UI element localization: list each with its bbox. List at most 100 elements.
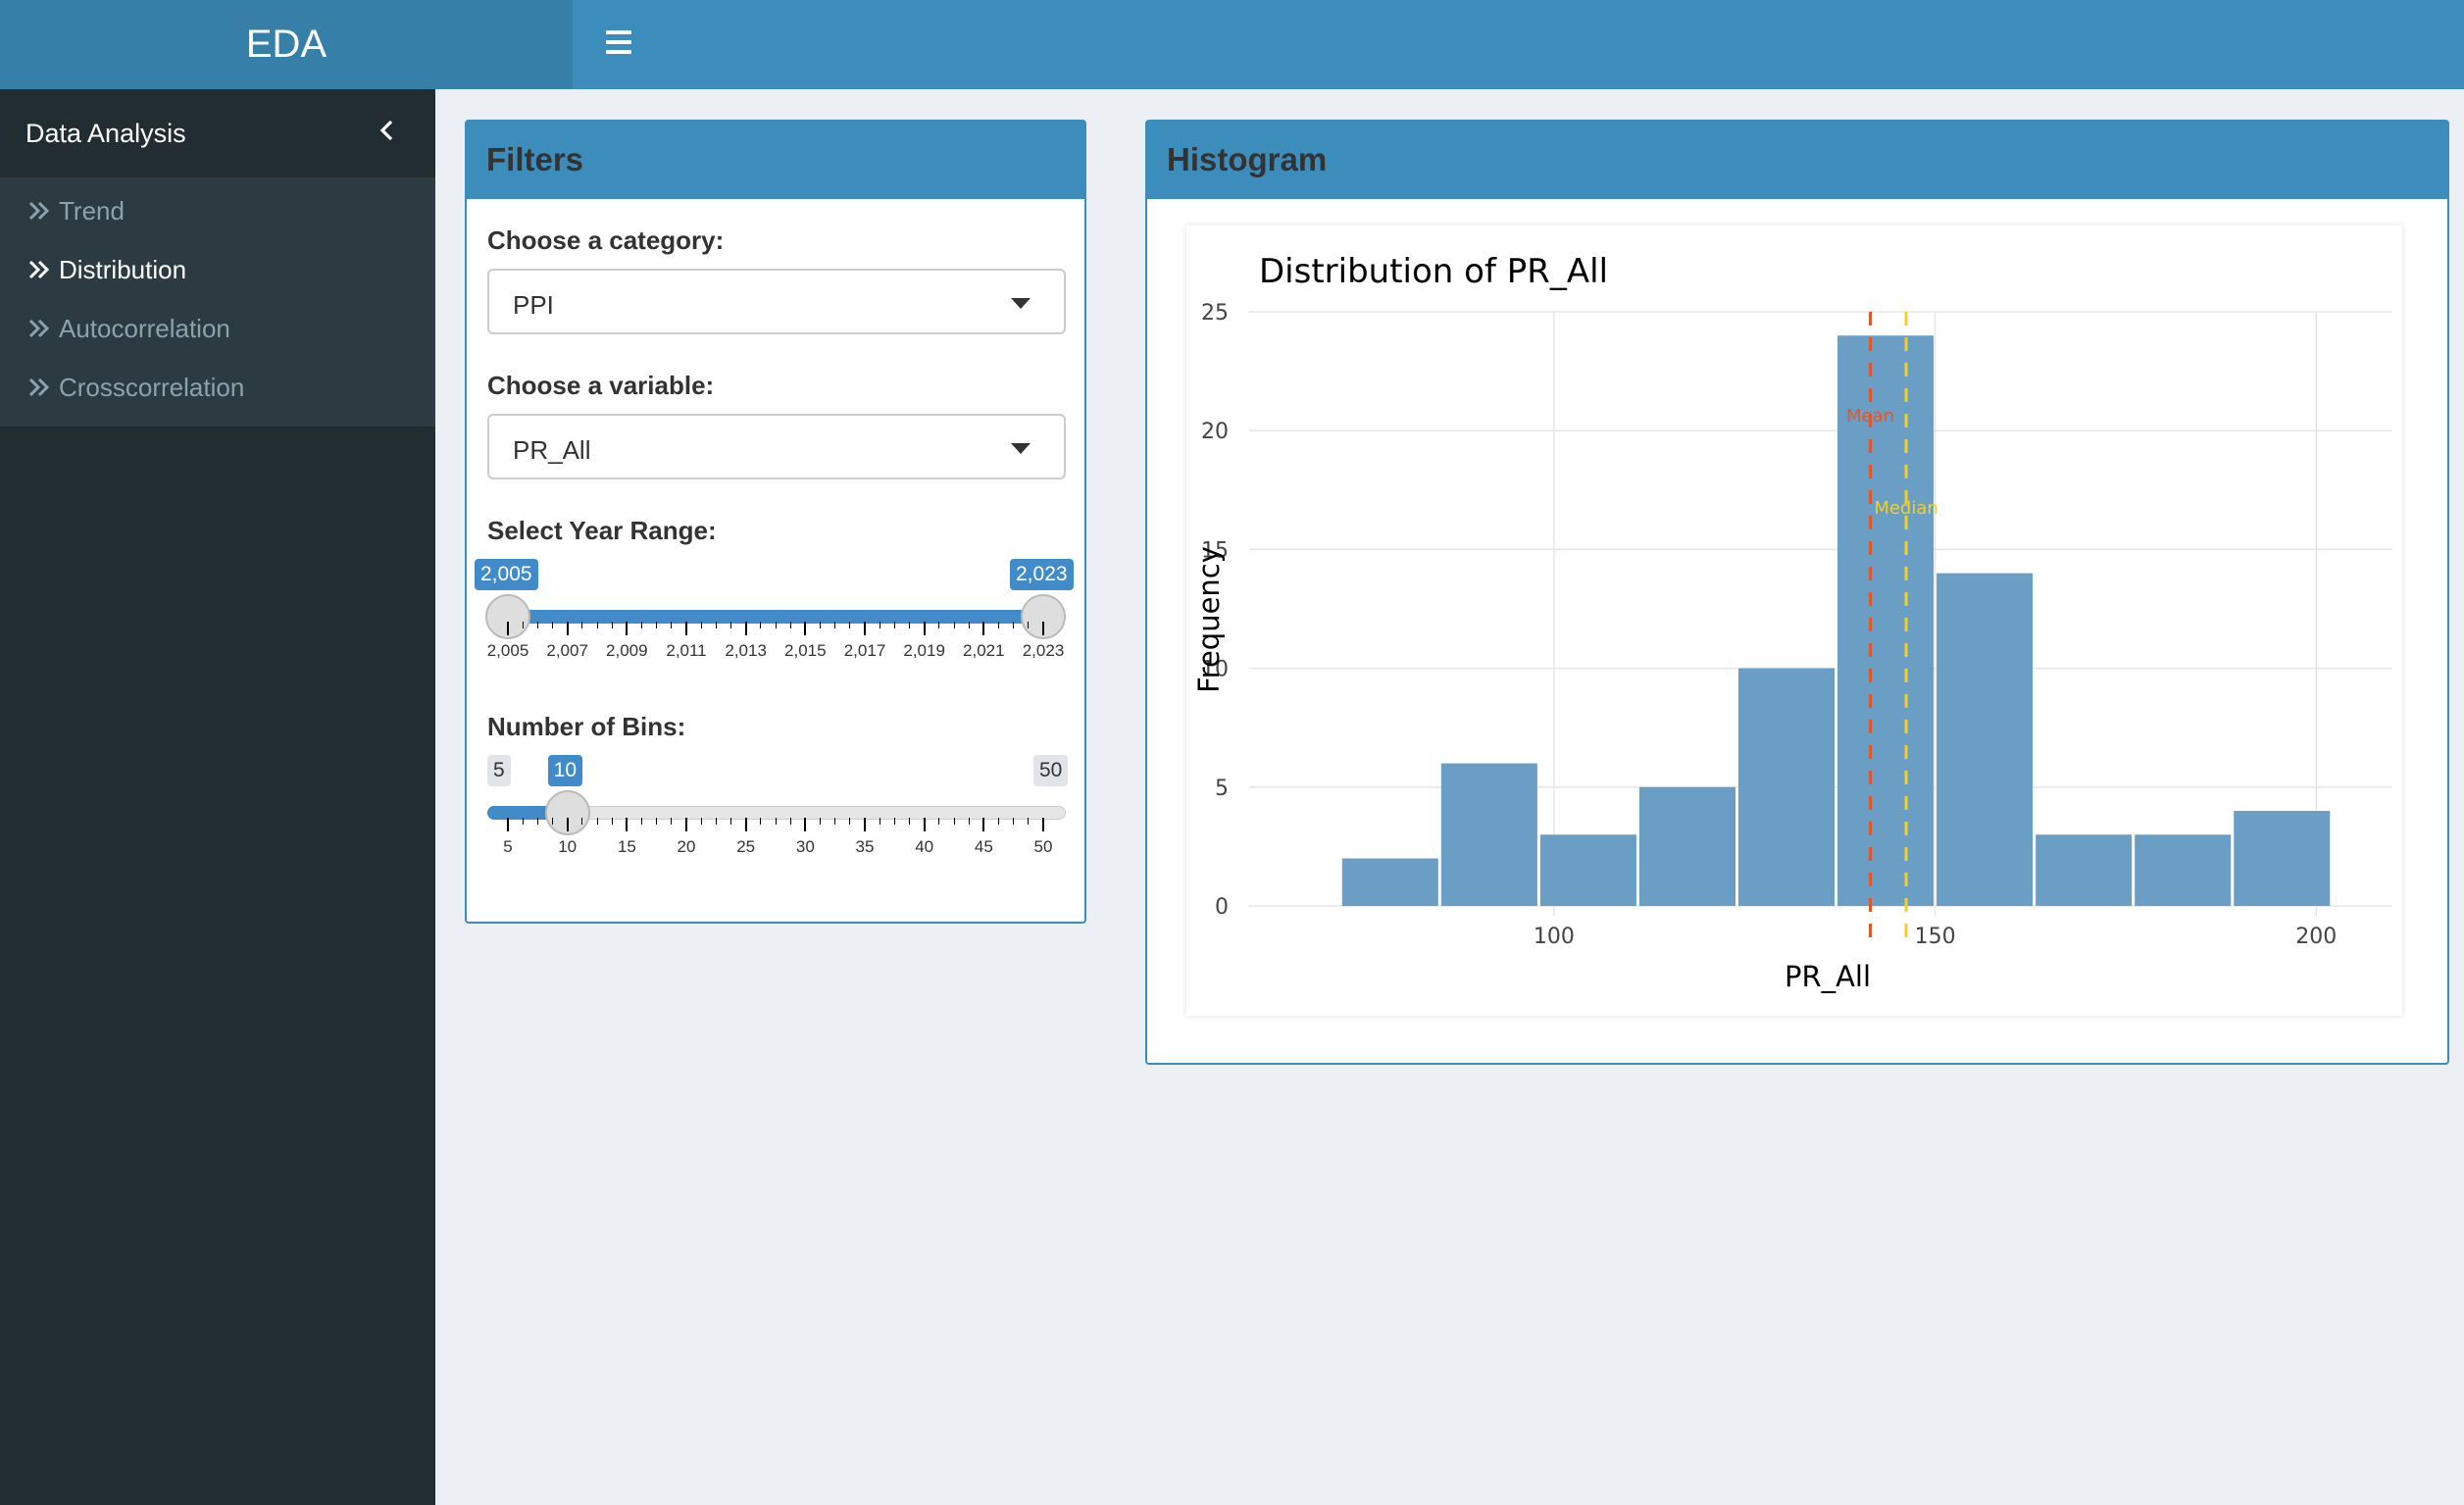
variable-value: PR_All <box>513 435 591 465</box>
year-slider-fill <box>509 610 1044 624</box>
sidebar-item-trend[interactable]: Trend <box>0 181 435 240</box>
slider-minor-tick <box>641 622 642 628</box>
slider-minor-tick <box>760 622 762 628</box>
histogram-box: Histogram Mean Median 0 5 10 15 20 25 100 150 200… <box>1145 120 2449 1065</box>
slider-major-tick <box>566 818 569 831</box>
sidebar-item-crosscorrelation[interactable]: Crosscorrelation <box>0 358 435 417</box>
slider-minor-tick <box>893 818 895 825</box>
slider-minor-tick <box>1028 622 1030 628</box>
double-chevron-right-icon <box>28 377 50 397</box>
reference-label-mean: Mean <box>1846 406 1894 426</box>
sidebar-item-label: Trend <box>59 195 125 226</box>
slider-minor-tick <box>671 622 673 628</box>
slider-minor-tick <box>522 622 524 628</box>
slider-tick-label: 2,007 <box>546 641 588 660</box>
slider-major-tick <box>507 818 509 831</box>
y-tick-label: 0 <box>1215 895 1229 920</box>
sidebar-menu-header[interactable]: Data Analysis <box>0 89 435 177</box>
year-from-tag: 2,005 <box>475 559 538 590</box>
slider-tick-label: 2,015 <box>784 641 827 660</box>
slider-minor-tick <box>1028 818 1030 825</box>
slider-tick-label: 2,019 <box>903 641 945 660</box>
slider-major-tick <box>626 622 629 635</box>
slider-minor-tick <box>715 622 717 628</box>
double-chevron-right-icon <box>28 201 50 221</box>
slider-minor-tick <box>953 818 955 825</box>
slider-minor-tick <box>909 818 910 825</box>
slider-minor-tick <box>789 622 791 628</box>
slider-minor-tick <box>1013 622 1015 628</box>
app-logo[interactable]: EDA <box>0 0 573 89</box>
slider-minor-tick <box>581 818 583 825</box>
slider-major-tick <box>685 818 687 831</box>
y-tick-label: 5 <box>1215 777 1229 801</box>
slider-minor-tick <box>536 818 538 825</box>
slider-tick-label: 50 <box>1033 837 1053 856</box>
slider-minor-tick <box>730 818 731 825</box>
slider-minor-tick <box>522 818 524 825</box>
slider-minor-tick <box>656 818 658 825</box>
sidebar-toggle-icon[interactable] <box>598 22 641 65</box>
slider-minor-tick <box>938 622 940 628</box>
histogram-chart: MeanMedian 0510152025100 150 200 Distribut… <box>1192 252 2392 993</box>
sidebar: Data Analysis Trend Distribution Autocor… <box>0 89 435 1505</box>
slider-major-tick <box>864 818 866 831</box>
y-tick-label: 25 <box>1201 301 1229 326</box>
year-range-label: Select Year Range: <box>487 516 717 545</box>
slider-tick-label: 2,017 <box>843 641 886 660</box>
slider-minor-tick <box>715 818 717 825</box>
slider-minor-tick <box>730 622 731 628</box>
histogram-bar <box>1539 834 1636 906</box>
histogram-bar <box>2036 834 2133 906</box>
sidebar-item-distribution[interactable]: Distribution <box>0 240 435 299</box>
slider-tick-label: 2,005 <box>486 641 529 660</box>
x-tick-label: 100 <box>1534 925 1575 949</box>
slider-minor-tick <box>998 622 999 628</box>
slider-minor-tick <box>998 818 999 825</box>
histogram-bar <box>1440 763 1537 906</box>
year-to-tag: 2,023 <box>1010 559 1074 590</box>
category-select[interactable]: PPI <box>487 269 1066 334</box>
histogram-bar <box>2234 811 2331 906</box>
histogram-bar <box>1936 573 2034 906</box>
slider-major-tick <box>804 818 807 831</box>
slider-major-tick <box>566 622 569 635</box>
year-slider-track[interactable] <box>487 610 1066 624</box>
slider-minor-tick <box>596 818 598 825</box>
slider-minor-tick <box>700 818 702 825</box>
slider-minor-tick <box>552 622 553 628</box>
slider-minor-tick <box>834 622 836 628</box>
slider-minor-tick <box>596 622 598 628</box>
filters-box: Filters Choose a category: PPI Choose a … <box>465 120 1086 924</box>
slider-minor-tick <box>849 622 851 628</box>
reference-label-median: Median <box>1874 498 1937 519</box>
category-label: Choose a category: <box>487 226 725 255</box>
slider-major-tick <box>864 622 866 635</box>
slider-minor-tick <box>775 818 777 825</box>
chevron-left-icon[interactable] <box>377 117 398 144</box>
slider-major-tick <box>982 818 985 831</box>
chart-title: Distribution of PR_All <box>1259 252 1608 291</box>
sidebar-item-label: Distribution <box>59 254 187 284</box>
slider-minor-tick <box>760 818 762 825</box>
slider-minor-tick <box>611 818 613 825</box>
slider-tick-label: 10 <box>558 837 578 856</box>
slider-major-tick <box>744 818 747 831</box>
slider-minor-tick <box>536 622 538 628</box>
category-value: PPI <box>513 290 554 320</box>
histogram-bar <box>2135 834 2232 906</box>
variable-select[interactable]: PR_All <box>487 414 1066 479</box>
slider-minor-tick <box>938 818 940 825</box>
slider-minor-tick <box>775 622 777 628</box>
sidebar-submenu: Trend Distribution Autocorrelation Cross… <box>0 177 435 426</box>
slider-major-tick <box>923 622 926 635</box>
caret-down-icon <box>1011 443 1031 454</box>
slider-major-tick <box>1042 622 1044 635</box>
variable-label: Choose a variable: <box>487 371 715 400</box>
slider-tick-label: 2,021 <box>963 641 1005 660</box>
sidebar-item-autocorrelation[interactable]: Autocorrelation <box>0 299 435 358</box>
slider-tick-label: 2,009 <box>606 641 648 660</box>
slider-minor-tick <box>552 818 553 825</box>
slider-tick-label: 5 <box>503 837 513 856</box>
filters-title: Filters <box>467 122 1084 199</box>
